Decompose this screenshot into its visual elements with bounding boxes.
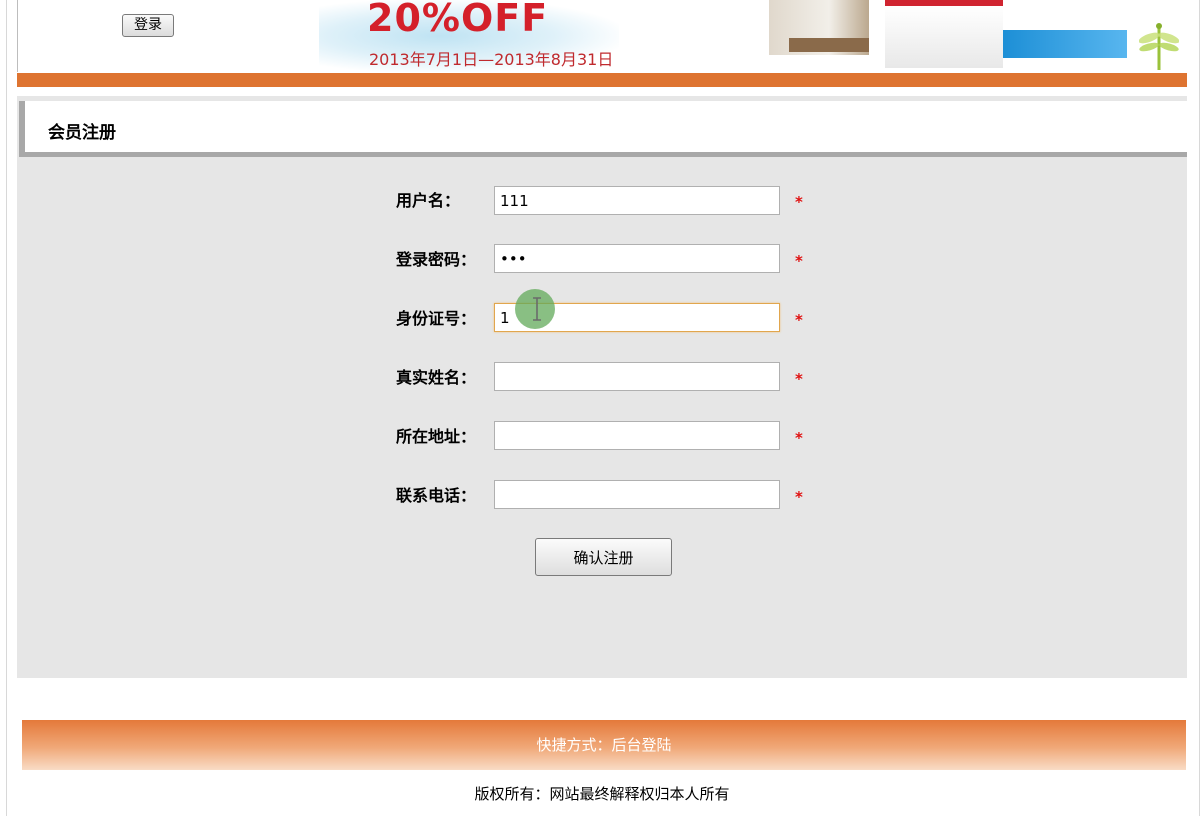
section-header (19, 101, 1187, 157)
username-field[interactable] (494, 186, 780, 215)
phone-field[interactable] (494, 480, 780, 509)
required-mark: * (795, 311, 803, 329)
page-border-left (6, 0, 7, 816)
required-mark: * (795, 193, 803, 211)
product-box-image (1003, 30, 1127, 58)
address-label: 所在地址： (396, 427, 477, 446)
required-mark: * (795, 488, 803, 506)
password-field[interactable] (494, 244, 780, 273)
section-title: 会员注册 (48, 123, 116, 143)
banner-date-text: 2013年7月1日—2013年8月31日 (369, 50, 614, 69)
required-mark: * (795, 252, 803, 270)
text-cursor-icon (533, 297, 541, 321)
page-border-right (1199, 0, 1200, 816)
dragonfly-icon (1139, 23, 1179, 70)
password-label: 登录密码： (396, 250, 477, 269)
id-number-label: 身份证号： (396, 309, 477, 328)
login-box: 登录 (17, 0, 280, 72)
banner-sale-text: 20%OFF (367, 0, 549, 40)
footer-shortcut-link[interactable]: 快捷方式：后台登陆 (22, 720, 1186, 770)
real-name-label: 真实姓名： (396, 368, 477, 387)
header-divider-bar (17, 73, 1187, 87)
confirm-register-button[interactable]: 确认注册 (535, 538, 672, 576)
address-field[interactable] (494, 421, 780, 450)
copyright-text: 版权所有：网站最终解释权归本人所有 (474, 785, 730, 803)
phone-label: 联系电话： (396, 486, 477, 505)
username-label: 用户名： (396, 191, 461, 210)
promo-banner: 20%OFF 2013年7月1日—2013年8月31日 (279, 0, 1187, 72)
real-name-field[interactable] (494, 362, 780, 391)
login-button[interactable]: 登录 (122, 14, 174, 37)
required-mark: * (795, 429, 803, 447)
product-box-image (885, 0, 1003, 68)
product-box-image (789, 38, 869, 52)
required-mark: * (795, 370, 803, 388)
